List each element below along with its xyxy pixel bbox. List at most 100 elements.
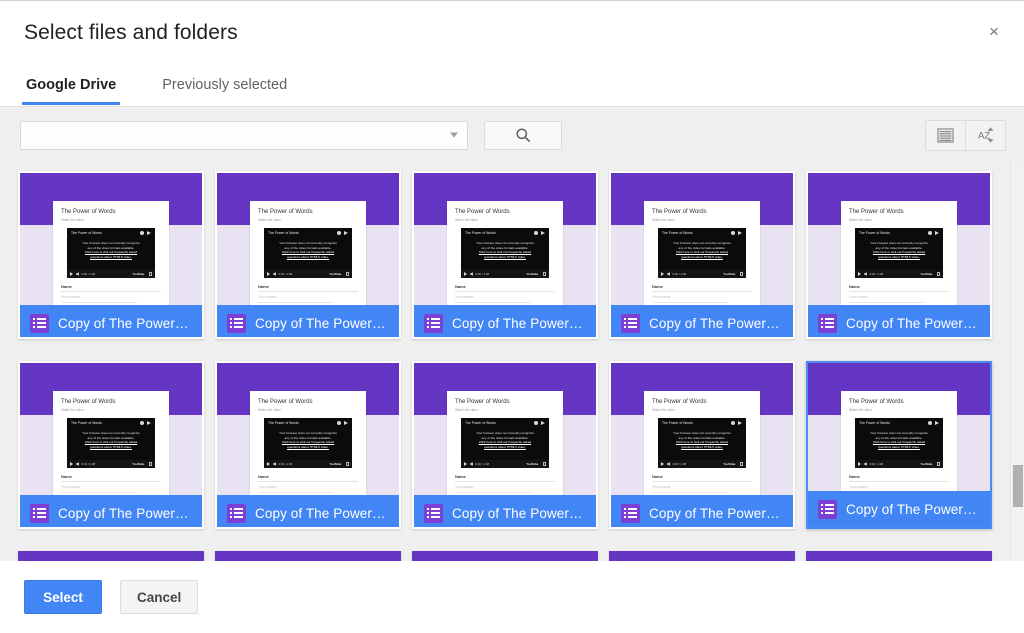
video-timestamp: 0:00 / 1:48	[475, 272, 490, 276]
file-card[interactable]: The Power of Words Watch the video The Pow…	[609, 361, 795, 529]
file-card-name: Copy of The Power of...	[452, 315, 586, 331]
play-icon	[70, 272, 73, 276]
close-icon[interactable]: ×	[980, 17, 1008, 45]
file-card[interactable]: The Power of Words Watch the video The Pow…	[412, 361, 598, 529]
play-icon	[464, 272, 467, 276]
video-timestamp: 0:00 / 1:48	[278, 462, 293, 466]
file-thumbnail: The Power of Words Watch the video The Pow…	[414, 173, 596, 305]
youtube-logo: YouTube	[329, 272, 342, 276]
video-timestamp: 0:00 / 1:48	[672, 462, 687, 466]
form-preview: The Power of Words Watch the video The Pow…	[447, 201, 563, 305]
sort-button[interactable]: AZ	[965, 120, 1005, 150]
cancel-button[interactable]: Cancel	[120, 580, 199, 614]
video-settings-icon	[336, 420, 341, 425]
form-preview-title: The Power of Words	[455, 399, 510, 405]
thumbnail-header-band	[609, 551, 795, 561]
file-card-partial[interactable]	[806, 551, 992, 561]
form-answer-placeholder: Your answer	[258, 485, 277, 489]
video-timestamp: 0:00 / 1:48	[81, 462, 96, 466]
form-preview-subtitle: Watch the video	[652, 218, 675, 222]
youtube-logo: YouTube	[132, 272, 145, 276]
google-forms-icon	[227, 313, 246, 333]
file-card-label: Copy of The Power of...	[217, 305, 399, 337]
fullscreen-icon	[936, 462, 940, 466]
file-card[interactable]: The Power of Words Watch the video The Pow…	[215, 361, 401, 529]
search-button[interactable]	[484, 120, 562, 150]
video-control-bar: 0:00 / 1:48 YouTube	[264, 460, 352, 468]
play-icon	[464, 462, 467, 466]
form-answer-placeholder: Your answer	[455, 485, 474, 489]
play-icon	[661, 272, 664, 276]
video-header-icons	[927, 420, 939, 425]
fullscreen-icon	[936, 272, 940, 276]
google-forms-icon	[424, 503, 443, 523]
file-card[interactable]: The Power of Words Watch the video The Pow…	[412, 171, 598, 339]
file-card[interactable]: The Power of Words Watch the video The Pow…	[215, 171, 401, 339]
fullscreen-icon	[148, 462, 152, 466]
file-card[interactable]: The Power of Words Watch the video The Pow…	[609, 171, 795, 339]
video-share-icon	[344, 230, 348, 235]
file-card-name: Copy of The Power of...	[58, 315, 192, 331]
video-settings-icon	[730, 230, 735, 235]
video-embed: The Power of Words Your browser does not …	[67, 418, 155, 468]
video-embed: The Power of Words Your browser does not …	[264, 228, 352, 278]
video-settings-icon	[927, 420, 932, 425]
form-preview-subtitle: Watch the video	[849, 408, 872, 412]
video-settings-icon	[533, 230, 538, 235]
file-card[interactable]: The Power of Words Watch the video The Pow…	[18, 361, 204, 529]
file-card-partial[interactable]	[215, 551, 401, 561]
google-forms-icon	[818, 499, 837, 519]
form-question-label: Name	[849, 474, 860, 479]
file-thumbnail: The Power of Words Watch the video The Pow…	[611, 173, 793, 305]
form-preview-subtitle: Watch the video	[455, 408, 478, 412]
google-forms-icon	[30, 313, 49, 333]
search-input[interactable]	[20, 120, 468, 150]
video-header-icons	[139, 420, 151, 425]
volume-icon	[863, 272, 867, 276]
scrollbar-thumb[interactable]	[1013, 465, 1023, 507]
list-view-button[interactable]	[926, 120, 965, 150]
video-title: The Power of Words	[859, 421, 890, 425]
video-title: The Power of Words	[465, 421, 496, 425]
video-embed: The Power of Words Your browser does not …	[658, 418, 746, 468]
youtube-logo: YouTube	[329, 462, 342, 466]
file-card-selected[interactable]: The Power of Words Watch the video The Pow…	[806, 361, 992, 529]
form-preview-title: The Power of Words	[652, 209, 707, 215]
video-error-message: Your browser does not currently recogniz…	[870, 241, 928, 259]
video-embed: The Power of Words Your browser does not …	[855, 228, 943, 278]
play-icon	[267, 462, 270, 466]
form-answer-placeholder: Your answer	[61, 295, 80, 299]
tab-google-drive[interactable]: Google Drive	[21, 77, 121, 105]
fullscreen-icon	[542, 272, 546, 276]
form-answer-placeholder: Your answer	[652, 295, 671, 299]
file-card-label: Copy of The Power of...	[20, 305, 202, 337]
form-divider	[455, 481, 555, 482]
file-card[interactable]: The Power of Words Watch the video The Pow…	[18, 171, 204, 339]
dialog-footer: Select Cancel	[0, 561, 1024, 633]
video-header-icons	[533, 230, 545, 235]
file-card-label: Copy of The Power of...	[611, 305, 793, 337]
file-card[interactable]: The Power of Words Watch the video The Pow…	[806, 171, 992, 339]
form-divider	[849, 291, 949, 292]
form-answer-placeholder: Your answer	[849, 295, 868, 299]
form-answer-line	[61, 492, 137, 493]
volume-icon	[272, 462, 276, 466]
video-title: The Power of Words	[268, 421, 299, 425]
file-card-partial[interactable]	[609, 551, 795, 561]
youtube-logo: YouTube	[526, 462, 539, 466]
file-card-label: Copy of The Power of...	[808, 305, 990, 337]
file-card-label: Copy of The Power of...	[611, 495, 793, 527]
tab-previously-selected[interactable]: Previously selected	[160, 77, 289, 105]
file-card-partial[interactable]	[18, 551, 204, 561]
video-embed: The Power of Words Your browser does not …	[264, 418, 352, 468]
form-answer-line	[455, 492, 531, 493]
video-header-icons	[927, 230, 939, 235]
file-card-partial[interactable]	[412, 551, 598, 561]
video-title: The Power of Words	[662, 231, 693, 235]
fullscreen-icon	[739, 462, 743, 466]
vertical-scrollbar[interactable]	[1010, 163, 1024, 561]
select-button[interactable]: Select	[24, 580, 102, 614]
form-divider	[849, 481, 949, 482]
google-forms-icon	[818, 313, 837, 333]
volume-icon	[863, 462, 867, 466]
